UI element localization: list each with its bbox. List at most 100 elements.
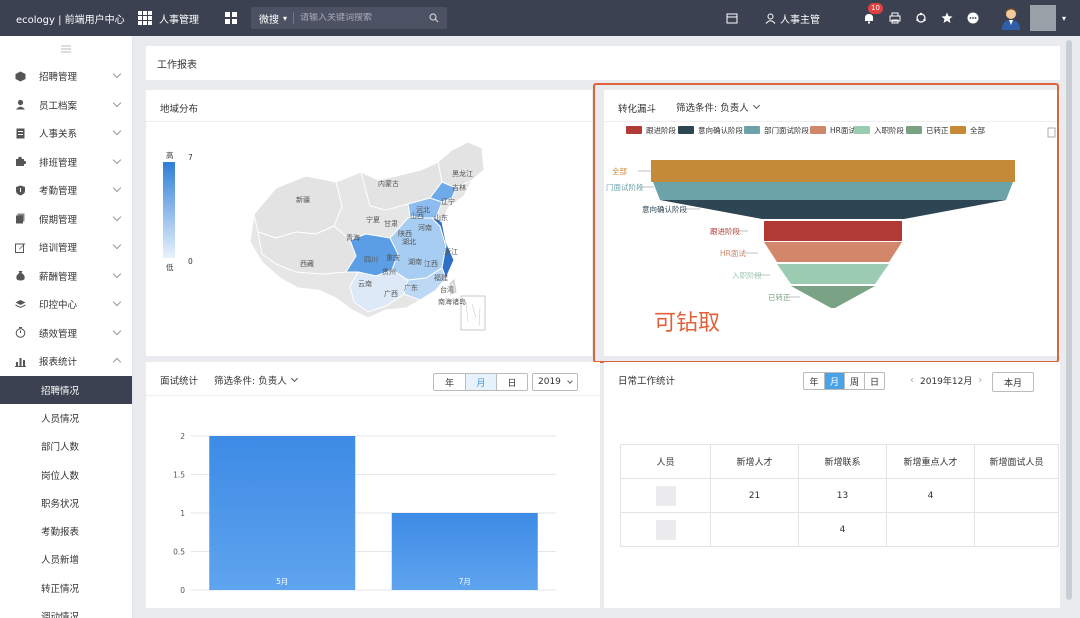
drill-highlight-frame (593, 83, 1059, 363)
search-icon[interactable] (429, 13, 439, 23)
period-option[interactable]: 日 (864, 373, 884, 389)
period-option[interactable]: 月 (465, 374, 496, 390)
map-region-label: 贵州 (382, 267, 396, 276)
sidebar-item-label: 报表统计 (39, 354, 77, 368)
sidebar-item[interactable]: 考勤管理 (0, 176, 132, 205)
scrollbar-thumb[interactable] (1066, 40, 1072, 600)
module-switcher[interactable]: 人事管理 (138, 11, 199, 26)
chevron-down-icon (113, 98, 121, 106)
calendar-icon[interactable] (725, 11, 739, 25)
collapse-toggle[interactable] (0, 36, 132, 62)
puzzle-icon (15, 156, 26, 167)
map-region-northeast[interactable] (438, 142, 484, 188)
bar[interactable] (209, 436, 355, 590)
x-category-label: 5月 (276, 577, 288, 586)
sidebar-item[interactable]: 员工档案 (0, 91, 132, 120)
table-header-cell[interactable]: 新增人才 (711, 445, 799, 479)
sidebar-item[interactable]: 招聘管理 (0, 62, 132, 91)
sidebar-item[interactable]: 排班管理 (0, 148, 132, 177)
year-select[interactable]: 2019 (532, 373, 578, 391)
avatar[interactable] (1000, 6, 1022, 30)
map-region-label: 辽宁 (441, 197, 455, 206)
sidebar-item-label: 员工档案 (39, 98, 77, 112)
period-option[interactable]: 月 (824, 373, 844, 389)
refresh-icon[interactable] (914, 11, 928, 25)
person-icon (15, 99, 26, 110)
period-option[interactable]: 周 (844, 373, 864, 389)
period-option[interactable]: 日 (496, 374, 527, 390)
layers-icon (15, 299, 26, 310)
sidebar-subitem[interactable]: 招聘情况 (0, 376, 132, 404)
table-row[interactable]: 4 (621, 513, 1059, 547)
table-header-cell[interactable]: 新增重点人才 (887, 445, 975, 479)
daily-work-panel: 日常工作统计 年月周日 ‹ 2019年12月 › 本月 人员新增人才新增联系新增… (604, 362, 1060, 608)
timer-icon (15, 327, 26, 338)
map-region-label: 湖南 (408, 257, 422, 266)
search-input[interactable] (300, 13, 429, 23)
sidebar-item[interactable]: 假期管理 (0, 205, 132, 234)
search-type-select[interactable]: 微搜 (259, 11, 279, 26)
interview-bar-chart[interactable]: 00.511.525月7月 (146, 396, 600, 608)
sidebar-subitem[interactable]: 人员新增 (0, 545, 132, 573)
sidebar-subitem[interactable]: 职务状况 (0, 489, 132, 517)
sidebar-item[interactable]: 薪酬管理 (0, 262, 132, 291)
y-tick-label: 1.5 (173, 471, 185, 480)
user-icon (765, 13, 776, 24)
interview-filter-select[interactable]: 筛选条件: 负责人 (214, 373, 297, 387)
table-header-cell[interactable]: 人员 (621, 445, 711, 479)
sidebar-item-label: 假期管理 (39, 212, 77, 226)
chevron-down-icon (113, 70, 121, 78)
map-region-label: 青海 (346, 233, 360, 242)
china-map[interactable]: 高 7 低 0 新疆西藏内蒙古黑龙江吉林辽宁宁夏青海甘肃陕西山西河北河南山东四川… (146, 122, 592, 356)
sidebar-subitem[interactable]: 调动情况 (0, 602, 132, 618)
table-cell: 13 (799, 479, 887, 513)
more-icon[interactable] (966, 11, 980, 25)
role-name: 人事主管 (780, 11, 820, 26)
bell-icon[interactable]: 10 (862, 11, 876, 25)
sidebar-subitem[interactable]: 转正情况 (0, 574, 132, 602)
chevron-down-icon (113, 241, 121, 249)
table-cell (887, 513, 975, 547)
sidebar-item[interactable]: 培训管理 (0, 233, 132, 262)
chevron-up-icon (113, 358, 121, 366)
print-icon[interactable] (888, 11, 902, 25)
sidebar-subitem[interactable]: 考勤报表 (0, 517, 132, 545)
map-region-label: 江西 (424, 260, 438, 268)
daily-period-toggle: 年月周日 (803, 372, 885, 390)
role-switcher[interactable]: 人事主管 (765, 11, 820, 26)
legend-min-value: 0 (188, 257, 193, 266)
table-header-cell[interactable]: 新增联系 (799, 445, 887, 479)
table-row[interactable]: 21134 (621, 479, 1059, 513)
cell-value: 13 (837, 491, 848, 501)
user-name-box[interactable] (1030, 5, 1056, 31)
daily-panel-title: 日常工作统计 (618, 373, 675, 387)
sidebar-item[interactable]: 绩效管理 (0, 319, 132, 348)
chevron-right-icon[interactable]: › (978, 375, 982, 386)
table-cell: 4 (887, 479, 975, 513)
sidebar-subitem[interactable]: 部门人数 (0, 432, 132, 460)
sidebar-item[interactable]: 人事关系 (0, 119, 132, 148)
divider (293, 12, 294, 24)
page-scrollbar[interactable] (1064, 40, 1074, 610)
sidebar-item-label: 招聘管理 (39, 69, 77, 83)
sidebar-item-label: 印控中心 (39, 297, 77, 311)
search-bar: 微搜 ▾ (251, 7, 447, 29)
star-icon[interactable] (940, 11, 954, 25)
brand-title[interactable]: ecology | 前端用户中心 (0, 11, 130, 26)
apps-icon[interactable] (225, 12, 237, 24)
interview-filter-label: 筛选条件: 负责人 (214, 373, 287, 387)
shield-icon (15, 185, 26, 196)
sidebar-item[interactable]: 报表统计 (0, 347, 132, 376)
chevron-down-icon[interactable]: ▾ (1062, 14, 1066, 23)
table-header-cell[interactable]: 新增面试人员 (975, 445, 1059, 479)
chevron-down-icon (113, 326, 121, 334)
sidebar-subitem[interactable]: 人员情况 (0, 404, 132, 432)
chevron-left-icon[interactable]: ‹ (910, 375, 914, 386)
period-option[interactable]: 年 (434, 374, 465, 390)
map-region-label: 广东 (404, 283, 418, 292)
this-month-button[interactable]: 本月 (992, 372, 1034, 392)
sidebar-item[interactable]: 印控中心 (0, 290, 132, 319)
chevron-down-icon (567, 378, 573, 384)
sidebar-subitem[interactable]: 岗位人数 (0, 460, 132, 488)
period-option[interactable]: 年 (804, 373, 824, 389)
